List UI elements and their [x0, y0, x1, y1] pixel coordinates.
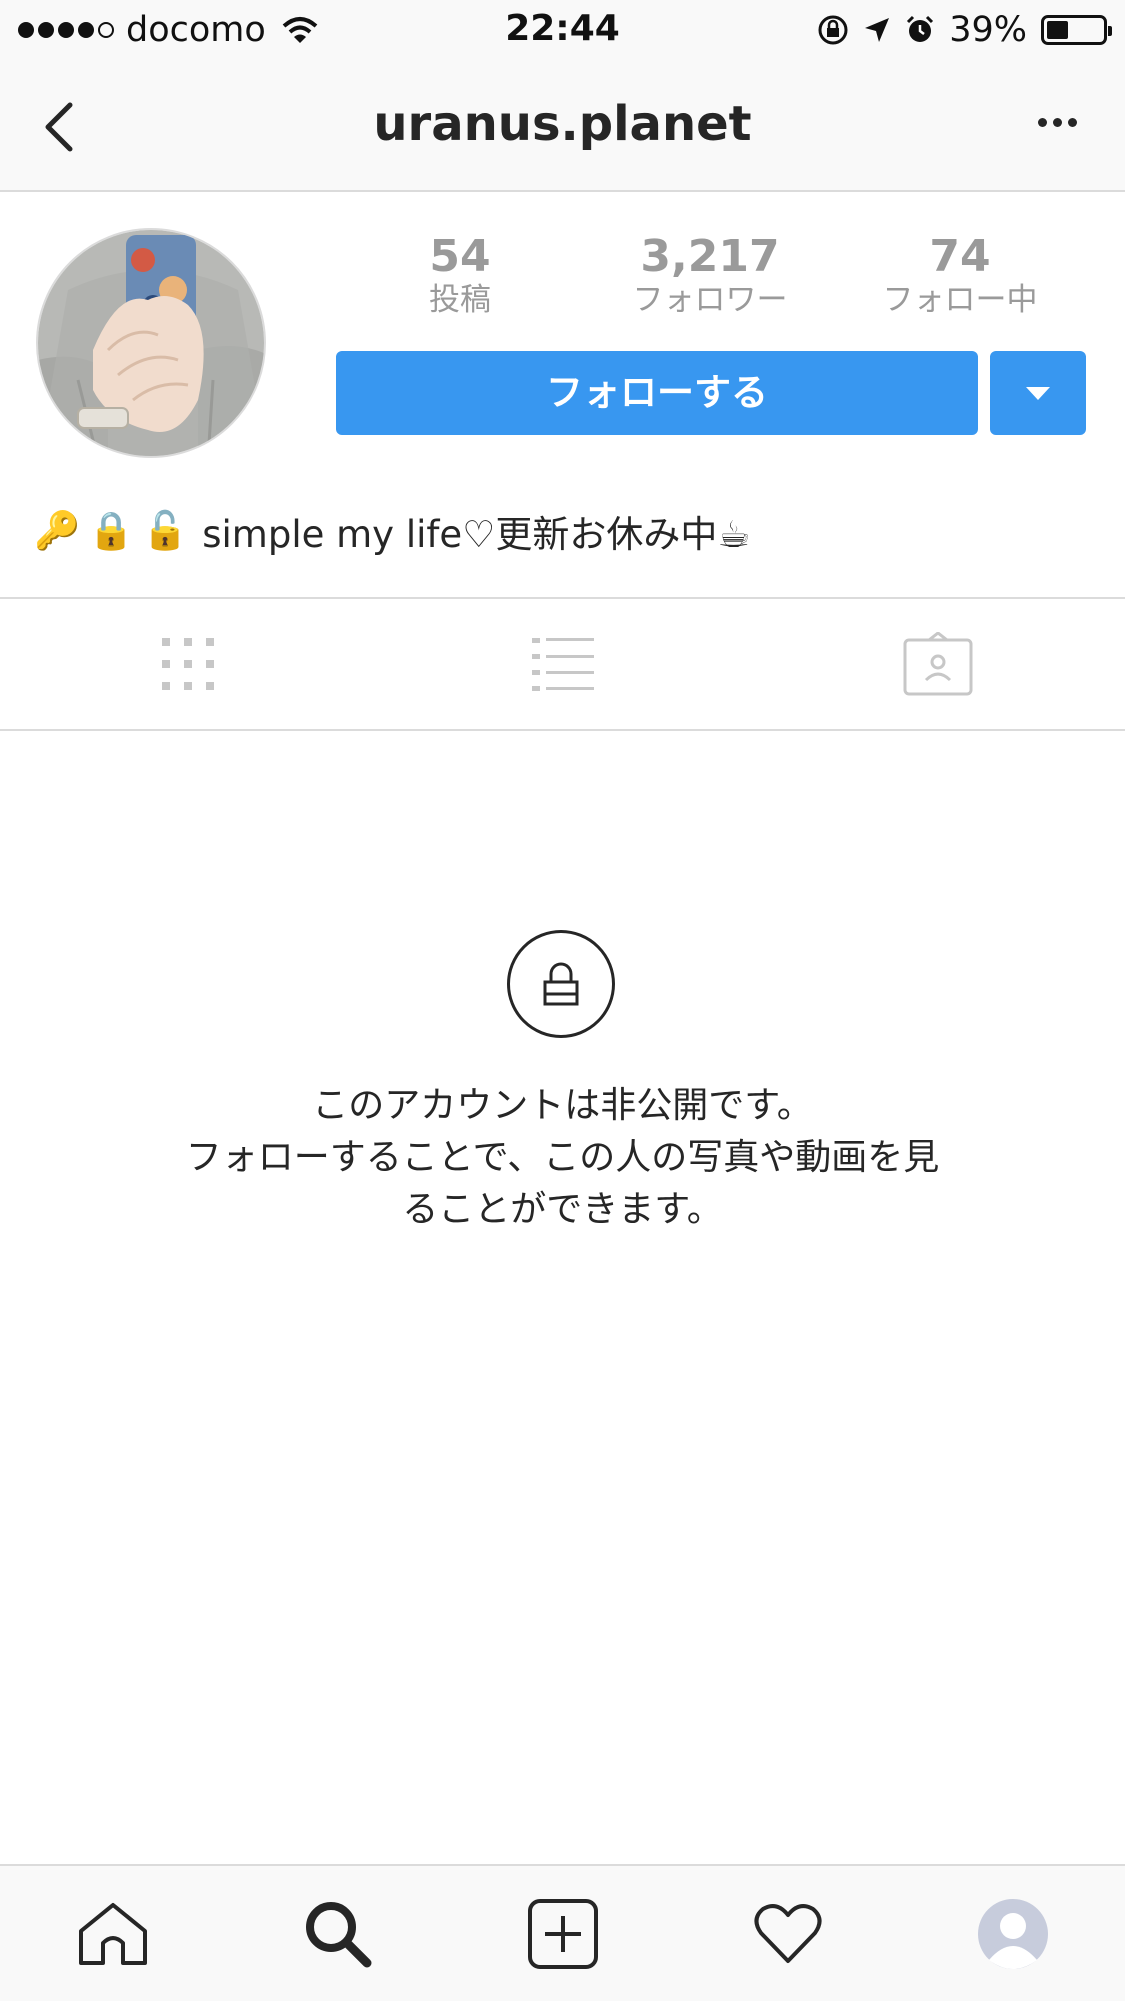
status-bar: docomo 22:44 39%: [0, 0, 1125, 62]
private-account-message: このアカウントは非公開です。 フォローすることで、この人の写真や動画を見 ること…: [0, 1080, 1125, 1236]
tab-list[interactable]: [375, 599, 750, 729]
stat-following[interactable]: 74 フォロー中: [835, 231, 1085, 319]
stat-following-count: 74: [929, 231, 991, 282]
search-icon: [305, 1901, 371, 1967]
unlock-emoji: 🔓: [142, 509, 189, 552]
bottom-tab-bar: [0, 1864, 1125, 2001]
orientation-lock-icon: [818, 15, 848, 45]
suggestions-dropdown-button[interactable]: [990, 351, 1086, 435]
profile-username: uranus.planet: [373, 96, 752, 152]
stat-followers-label: フォロワー: [632, 282, 788, 318]
bottom-tab-activity[interactable]: [675, 1866, 900, 2001]
bottom-tab-home[interactable]: [0, 1866, 225, 2001]
profile-icon: [977, 1898, 1048, 1969]
stat-followers[interactable]: 3,217 フォロワー: [585, 231, 835, 319]
profile-stats: 54 投稿 3,217 フォロワー 74 フォロー中: [335, 232, 1085, 322]
heart-icon: [754, 1903, 821, 1963]
tab-tagged[interactable]: [750, 599, 1125, 729]
battery-icon: [1041, 15, 1112, 45]
avatar-image: [38, 230, 264, 456]
follow-button[interactable]: フォローする: [336, 351, 978, 435]
caret-down-icon: [1026, 387, 1050, 400]
private-message-line: ることができます。: [402, 1189, 723, 1230]
grid-icon: [161, 638, 214, 690]
bottom-tab-profile[interactable]: [900, 1866, 1125, 2001]
private-message-line: このアカウントは非公開です。: [312, 1085, 813, 1126]
list-icon: [531, 638, 594, 691]
status-indicators: 39%: [817, 10, 1112, 50]
key-emoji: 🔑: [34, 509, 81, 552]
bottom-tab-search[interactable]: [225, 1866, 450, 2001]
add-post-icon: [527, 1898, 598, 1969]
more-options-icon[interactable]: [1038, 118, 1077, 127]
nav-bar: uranus.planet: [0, 62, 1125, 192]
alarm-icon: [907, 15, 934, 42]
bio-text: simple my life♡更新お休み中☕: [202, 513, 751, 556]
stat-posts-count: 54: [429, 231, 491, 282]
lock-emoji: 🔒: [88, 509, 135, 552]
bottom-tab-new-post[interactable]: [450, 1866, 675, 2001]
tab-grid[interactable]: [0, 599, 375, 729]
private-lock-icon: [507, 930, 615, 1038]
stat-following-label: フォロー中: [882, 282, 1038, 318]
stat-followers-count: 3,217: [640, 231, 780, 282]
stat-posts-label: 投稿: [429, 282, 491, 318]
location-icon: [865, 18, 890, 42]
home-icon: [78, 1902, 147, 1965]
avatar[interactable]: [36, 228, 266, 458]
tagged-icon: [903, 632, 972, 696]
private-message-line: フォローすることで、この人の写真や動画を見: [185, 1137, 940, 1178]
stat-posts[interactable]: 54 投稿: [335, 231, 585, 319]
battery-percent: 39%: [949, 10, 1027, 50]
profile-bio: 🔑 🔒 🔓 simple my life♡更新お休み中☕: [34, 496, 751, 566]
profile-view-tabs: [0, 597, 1125, 731]
